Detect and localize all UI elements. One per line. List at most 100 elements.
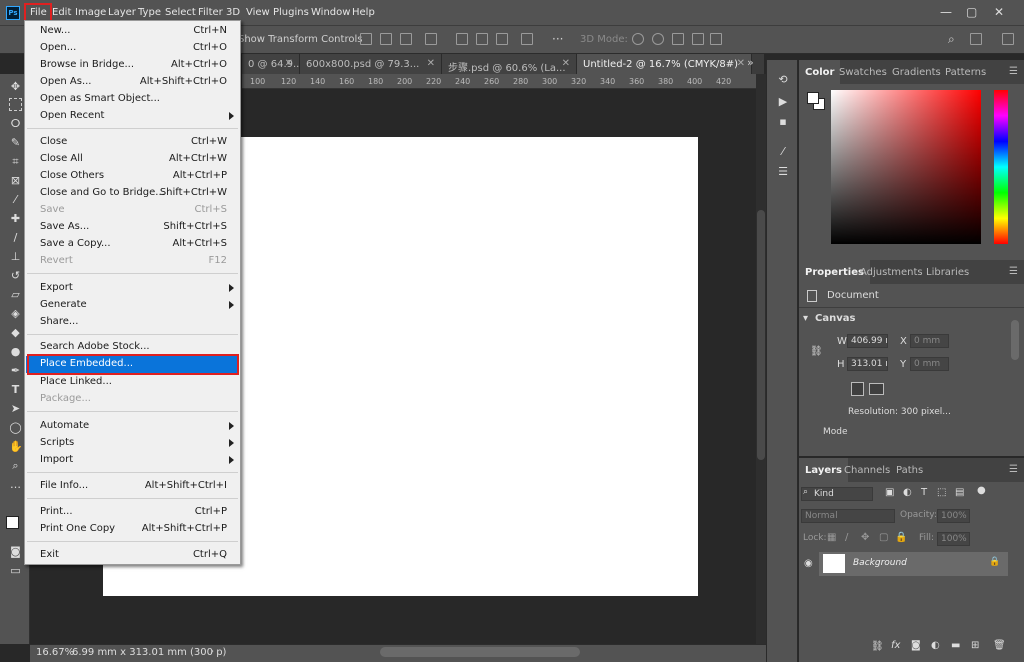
3d-pan-icon[interactable] (672, 33, 684, 45)
menu-item-automate[interactable]: Automate (26, 418, 239, 435)
type-tool-icon[interactable]: T (9, 383, 22, 396)
close-tab-icon[interactable]: ✕ (285, 58, 293, 69)
filter-adjustment-icon[interactable]: ◐ (903, 487, 912, 498)
menu-item-open-smart-object[interactable]: Open as Smart Object... (26, 91, 239, 108)
quick-mask-icon[interactable]: ◙ (9, 545, 22, 558)
hand-tool-icon[interactable]: ✋ (9, 440, 23, 453)
tab-document-2[interactable]: 600x800.psd @ 79.3... ✕ (300, 54, 442, 74)
share-icon[interactable] (1002, 33, 1014, 45)
paint-bucket-tool-icon[interactable]: ◈ (9, 307, 22, 320)
eraser-tool-icon[interactable]: ▱ (9, 288, 22, 301)
align-middle-icon[interactable] (476, 33, 488, 45)
align-bottom-icon[interactable] (496, 33, 508, 45)
adjustments-sliders-icon[interactable]: ☰ (777, 166, 789, 178)
tab-document-1[interactable]: 0 @ 64.9... ✕ (242, 54, 300, 74)
y-field[interactable]: 0 mm (910, 357, 949, 371)
close-tab-icon[interactable]: ✕ (427, 58, 435, 69)
clone-stamp-tool-icon[interactable]: ⊥ (9, 250, 22, 263)
menu-item-close[interactable]: Close Ctrl+W (26, 134, 239, 151)
panel-menu-icon[interactable]: ☰ (1009, 266, 1018, 277)
workspace-icon[interactable] (970, 33, 982, 45)
menu-item-new[interactable]: New... Ctrl+N (26, 23, 239, 40)
filter-smart-object-icon[interactable]: ▤ (955, 487, 964, 498)
foreground-color-chip[interactable] (807, 92, 819, 104)
lock-paint-icon[interactable]: / (845, 532, 848, 543)
align-top-icon[interactable] (456, 33, 468, 45)
filter-pixel-icon[interactable]: ▣ (885, 487, 894, 498)
new-layer-icon[interactable]: ⊞ (971, 640, 979, 651)
menu-3d[interactable]: 3D (226, 7, 240, 18)
align-right-icon[interactable] (400, 33, 412, 45)
menu-item-share[interactable]: Share... (26, 314, 239, 331)
close-tab-icon[interactable]: ✕ (562, 58, 570, 69)
filter-shape-icon[interactable]: ⬚ (937, 487, 946, 498)
menu-window[interactable]: Window (311, 7, 350, 18)
comments-icon[interactable]: ▪ (777, 116, 789, 128)
status-arrow-icon[interactable]: › (210, 646, 214, 657)
x-field[interactable]: 0 mm (910, 334, 949, 348)
menu-item-place-linked[interactable]: Place Linked... (26, 374, 239, 391)
close-window-button[interactable]: ✕ (994, 5, 1004, 19)
adjustment-layer-icon[interactable]: ◐ (931, 640, 940, 651)
path-select-tool-icon[interactable]: ➤ (9, 402, 22, 415)
marquee-tool-icon[interactable] (9, 98, 22, 111)
menu-item-scripts[interactable]: Scripts (26, 435, 239, 452)
history-icon[interactable]: ⟲ (777, 74, 789, 86)
menu-item-browse-in-bridge[interactable]: Browse in Bridge... Alt+Ctrl+O (26, 57, 239, 74)
hue-slider[interactable] (994, 90, 1008, 244)
distribute-icon[interactable] (425, 33, 437, 45)
menu-item-generate[interactable]: Generate (26, 297, 239, 314)
tab-swatches[interactable]: Swatches (833, 60, 893, 84)
horizontal-scroll-thumb[interactable] (380, 647, 580, 657)
menu-filter[interactable]: Filter (198, 7, 223, 18)
distribute-vertical-icon[interactable] (521, 33, 533, 45)
color-field[interactable] (831, 90, 981, 244)
maximize-button[interactable]: ▢ (966, 5, 977, 19)
portrait-orientation-icon[interactable] (851, 382, 864, 396)
menu-item-print-one-copy[interactable]: Print One Copy Alt+Shift+Ctrl+P (26, 521, 239, 538)
dodge-tool-icon[interactable]: ● (9, 345, 22, 358)
crop-tool-icon[interactable]: ⌗ (9, 155, 22, 168)
menu-item-save-as[interactable]: Save As... Shift+Ctrl+S (26, 219, 239, 236)
search-icon[interactable]: ⌕ (948, 32, 955, 47)
menu-image[interactable]: Image (75, 7, 106, 18)
layer-filter-kind[interactable]: Kind (801, 487, 873, 501)
shape-tool-icon[interactable]: ◯ (9, 421, 22, 434)
align-center-icon[interactable] (380, 33, 392, 45)
menu-item-open-as[interactable]: Open As... Alt+Shift+Ctrl+O (26, 74, 239, 91)
tab-channels[interactable]: Channels (838, 458, 896, 482)
move-tool-icon[interactable]: ✥ (9, 80, 22, 93)
fill-field[interactable]: 100% (937, 532, 970, 546)
properties-scroll-thumb[interactable] (1011, 320, 1019, 360)
eyedropper-tool-icon[interactable]: ⁄ (9, 193, 22, 206)
align-left-icon[interactable] (360, 33, 372, 45)
layer-row-background[interactable]: Background 🔒 (819, 552, 1008, 576)
show-transform-controls-label[interactable]: Show Transform Controls (238, 34, 362, 45)
menu-item-open-recent[interactable]: Open Recent (26, 108, 239, 125)
opacity-field[interactable]: 100% (937, 509, 970, 523)
zoom-level[interactable]: 16.67% (36, 647, 74, 658)
tab-document-active[interactable]: Untitled-2 @ 16.7% (CMYK/8#) ✕ (577, 54, 752, 74)
menu-view[interactable]: View (246, 7, 270, 18)
brush-settings-icon[interactable]: ⁄ (777, 146, 789, 158)
link-dimensions-icon[interactable]: ⛓ (810, 346, 823, 357)
menu-plugins[interactable]: Plugins (273, 7, 309, 18)
filter-toggle-icon[interactable]: ● (977, 485, 986, 496)
brush-tool-icon[interactable]: / (9, 231, 22, 244)
visibility-eye-icon[interactable]: ◉ (804, 558, 813, 569)
panel-menu-icon[interactable]: ☰ (1009, 464, 1018, 475)
menu-item-open[interactable]: Open... Ctrl+O (26, 40, 239, 57)
menu-item-close-others[interactable]: Close Others Alt+Ctrl+P (26, 168, 239, 185)
menu-item-save-a-copy[interactable]: Save a Copy... Alt+Ctrl+S (26, 236, 239, 253)
zoom-tool-icon[interactable]: ⌕ (9, 459, 22, 472)
height-field[interactable]: 313.01 r (847, 357, 888, 371)
width-field[interactable]: 406.99 r (847, 334, 888, 348)
3d-roll-icon[interactable] (652, 33, 664, 45)
menu-item-import[interactable]: Import (26, 452, 239, 469)
menu-item-export[interactable]: Export (26, 280, 239, 297)
menu-item-close-go-bridge[interactable]: Close and Go to Bridge... Shift+Ctrl+W (26, 185, 239, 202)
lock-position-icon[interactable]: ✥ (861, 532, 869, 543)
history-brush-tool-icon[interactable]: ↺ (9, 269, 22, 282)
tab-gradients[interactable]: Gradients (886, 60, 947, 84)
filter-type-icon[interactable]: T (921, 487, 927, 498)
